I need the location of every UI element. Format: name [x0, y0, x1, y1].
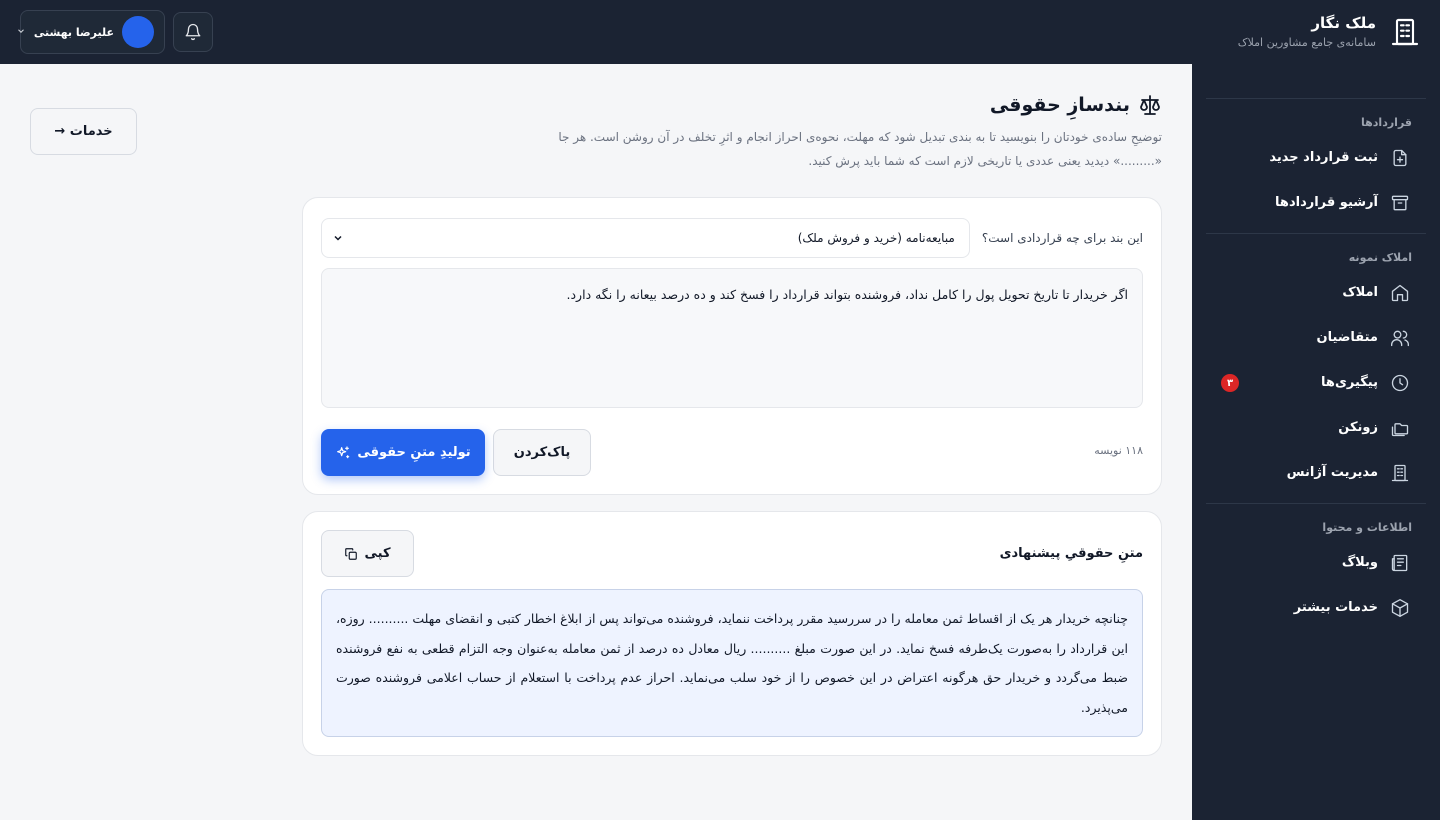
sidebar-item-blog[interactable]: وبلاگ [1192, 540, 1440, 585]
clear-button[interactable]: پاک‌کردن [493, 429, 591, 476]
sparkles-icon [337, 445, 350, 458]
clause-description-input[interactable]: اگر خریدار تا تاریخ تحویل پول را کامل ند… [321, 268, 1143, 408]
page-header: بندسازِ حقوقی توضیحِ ساده‌ی خودتان را بن… [542, 90, 1162, 173]
newspaper-icon [1391, 554, 1408, 571]
sidebar-item-label: خدمات بیشتر [1293, 600, 1378, 615]
archive-icon [1391, 195, 1409, 210]
notification-badge: ۳ [1221, 374, 1239, 392]
description-line: «.........» دیدید یعنی عددی یا تاریخی لا… [808, 154, 1162, 168]
users-icon [1391, 330, 1409, 346]
scale-icon [1140, 95, 1160, 115]
file-plus-icon [1393, 149, 1407, 166]
sidebar-item-followups[interactable]: پیگیری‌ها ۳ [1192, 360, 1440, 405]
generate-button-label: تولیدِ متنِ حقوقی [357, 445, 471, 460]
brand-subtitle: سامانه‌ی جامع مشاورین املاک [1237, 36, 1376, 49]
description-line: توضیحِ ساده‌ی خودتان را بنویسید تا به بن… [558, 130, 1162, 144]
sidebar-section-sample-properties: املاک نمونه املاک متقاضیان پیگیری‌ها ۳ ز… [1192, 234, 1440, 503]
building-icon [1391, 464, 1409, 481]
sidebar-item-label: پیگیری‌ها [1321, 375, 1378, 390]
sidebar-section-content: اطلاعات و محتوا وبلاگ خدمات بیشتر [1192, 504, 1440, 638]
user-name: علیرضا بهشتی [33, 25, 114, 39]
top-bar: ملک نگار سامانه‌ی جامع مشاورین املاک علی… [0, 0, 1440, 64]
page-title: بندسازِ حقوقی [542, 90, 1162, 120]
back-to-services-button[interactable]: خدمات → [30, 108, 137, 155]
sidebar-heading: املاک نمونه [1348, 251, 1412, 264]
copy-button[interactable]: کپی [321, 530, 414, 577]
clause-input-card: این بند برای چه قراردادی است؟ مبایعه‌نام… [302, 197, 1162, 495]
folders-icon [1391, 422, 1409, 436]
sidebar-item-new-contract[interactable]: ثبت قرارداد جدید [1192, 135, 1440, 180]
sidebar-item-applicants[interactable]: متقاضیان [1192, 315, 1440, 360]
char-count: ۱۱۸ نویسه [1094, 444, 1143, 457]
chevron-down-icon [16, 26, 26, 39]
sidebar-item-label: زونکن [1338, 420, 1378, 435]
chevron-down-icon [334, 235, 342, 241]
sidebar-item-contracts-archive[interactable]: آرشیو قراردادها [1192, 180, 1440, 225]
user-menu-button[interactable]: علیرضا بهشتی [17, 10, 165, 54]
sidebar-item-label: ثبت قرارداد جدید [1269, 150, 1378, 165]
box-icon [1391, 598, 1409, 617]
page-title-text: بندسازِ حقوقی [989, 94, 1130, 116]
clock-icon [1391, 374, 1409, 391]
sidebar-item-agency-management[interactable]: مدیریت آژانس [1192, 450, 1440, 495]
copy-icon [345, 547, 358, 560]
contract-type-select[interactable]: مبایعه‌نامه (خرید و فروش ملک) [321, 218, 970, 258]
sidebar-section-contracts: قراردادها ثبت قرارداد جدید آرشیو قرارداد… [1192, 99, 1440, 233]
sidebar-item-more-services[interactable]: خدمات بیشتر [1192, 585, 1440, 630]
legal-text-result-card: متنِ حقوقیِ پیشنهادی کپی چنانچه خریدار ه… [302, 511, 1162, 756]
result-title: متنِ حقوقیِ پیشنهادی [999, 546, 1143, 561]
sidebar-item-properties[interactable]: املاک [1192, 270, 1440, 315]
bell-icon [185, 23, 201, 41]
contract-type-label: این بند برای چه قراردادی است؟ [981, 231, 1143, 245]
brand-title: ملک نگار [1311, 14, 1376, 32]
sidebar-item-label: مدیریت آژانس [1286, 465, 1378, 480]
generate-legal-text-button[interactable]: تولیدِ متنِ حقوقی [321, 429, 485, 476]
sidebar-heading: اطلاعات و محتوا [1322, 521, 1412, 534]
brand[interactable]: ملک نگار سامانه‌ی جامع مشاورین املاک [1238, 0, 1422, 64]
building-logo-icon [1388, 15, 1422, 49]
selected-contract-type: مبایعه‌نامه (خرید و فروش ملک) [797, 231, 955, 245]
sidebar-item-label: متقاضیان [1316, 330, 1378, 345]
home-icon [1391, 284, 1409, 301]
sidebar-heading: قراردادها [1361, 116, 1412, 129]
avatar [122, 16, 154, 48]
sidebar-item-label: وبلاگ [1341, 555, 1378, 570]
sidebar-item-label: آرشیو قراردادها [1275, 195, 1378, 210]
generated-legal-text: چنانچه خریدار هر یک از اقساط ثمن معامله … [321, 589, 1143, 737]
contract-type-row: این بند برای چه قراردادی است؟ مبایعه‌نام… [321, 218, 1143, 258]
copy-button-label: کپی [364, 546, 391, 561]
sidebar-item-binder[interactable]: زونکن [1192, 405, 1440, 450]
sidebar-item-label: املاک [1342, 285, 1378, 300]
sidebar: قراردادها ثبت قرارداد جدید آرشیو قرارداد… [1192, 64, 1440, 820]
page-description: توضیحِ ساده‌ی خودتان را بنویسید تا به بن… [542, 125, 1162, 173]
notifications-button[interactable] [173, 12, 213, 52]
